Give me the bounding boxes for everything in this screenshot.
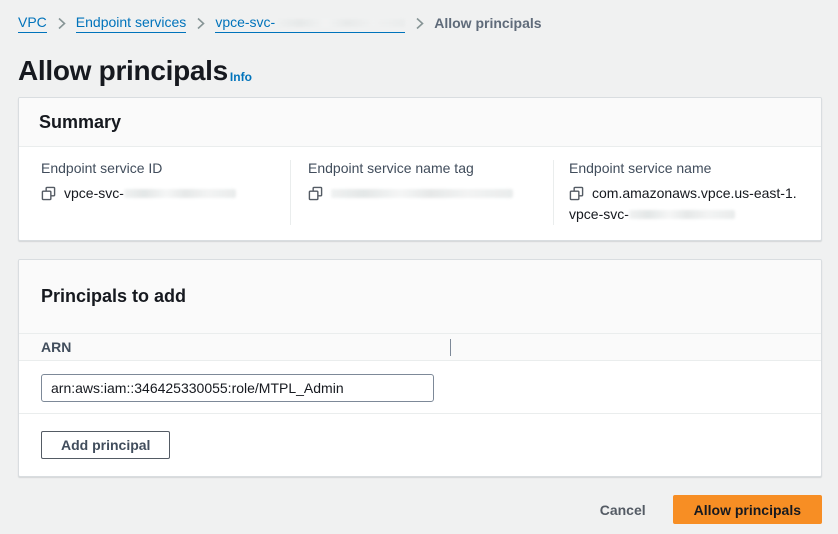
cancel-button[interactable]: Cancel	[600, 498, 646, 522]
copy-icon[interactable]	[569, 186, 584, 201]
page: VPC Endpoint services vpce-svc- Allow pr…	[0, 0, 838, 534]
add-principal-row: Add principal	[19, 414, 821, 476]
info-link[interactable]: Info	[230, 70, 252, 84]
field-label: Endpoint service name	[569, 160, 801, 176]
title-row: Allow principals Info	[18, 55, 822, 87]
field-label: Endpoint service name tag	[308, 160, 541, 176]
summary-title: Summary	[39, 111, 801, 133]
principals-card: Principals to add ARN Add principal	[18, 259, 822, 477]
principals-card-header: Principals to add	[19, 260, 821, 334]
chevron-right-icon	[415, 17, 424, 30]
breadcrumb-link-vpc[interactable]: VPC	[18, 14, 47, 33]
breadcrumb-current: Allow principals	[434, 15, 541, 32]
allow-principals-button[interactable]: Allow principals	[673, 495, 822, 524]
redacted-text	[277, 19, 405, 27]
copy-icon[interactable]	[308, 186, 323, 201]
column-resize-divider[interactable]	[450, 339, 451, 356]
redacted-text	[124, 189, 236, 198]
arn-column-header: ARN	[19, 334, 821, 361]
summary-body: Endpoint service ID vpce-svc- Endpoint s…	[19, 147, 821, 240]
copy-icon[interactable]	[41, 186, 56, 201]
breadcrumb-link-endpoint-services[interactable]: Endpoint services	[76, 14, 187, 33]
chevron-right-icon	[57, 17, 66, 30]
breadcrumb-link-label: vpce-svc-	[215, 14, 275, 30]
redacted-text	[331, 189, 513, 198]
chevron-right-icon	[196, 17, 205, 30]
page-title: Allow principals	[18, 55, 228, 87]
field-label: Endpoint service ID	[41, 160, 278, 176]
summary-field-endpoint-service-name-tag: Endpoint service name tag	[290, 160, 553, 225]
field-value-text: vpce-svc-	[64, 185, 124, 201]
summary-field-endpoint-service-name: Endpoint service name com.amazonaws.vpce…	[553, 160, 821, 225]
breadcrumb: VPC Endpoint services vpce-svc- Allow pr…	[18, 14, 822, 33]
field-value: com.amazonaws.vpce.us-east-1.vpce-svc-	[569, 183, 801, 225]
principals-title: Principals to add	[41, 285, 801, 307]
add-principal-button[interactable]: Add principal	[41, 431, 170, 459]
footer-actions: Cancel Allow principals	[18, 495, 822, 524]
arn-input-row	[19, 361, 821, 414]
breadcrumb-link-endpoint-service-id[interactable]: vpce-svc-	[215, 14, 405, 33]
arn-column-label: ARN	[41, 339, 71, 355]
field-value	[308, 183, 541, 204]
arn-input[interactable]	[41, 374, 434, 402]
summary-field-endpoint-service-id: Endpoint service ID vpce-svc-	[19, 160, 290, 225]
summary-card-header: Summary	[19, 98, 821, 147]
field-value: vpce-svc-	[41, 183, 278, 204]
redacted-text	[629, 210, 735, 219]
summary-card: Summary Endpoint service ID vpce-svc- En…	[18, 97, 822, 241]
